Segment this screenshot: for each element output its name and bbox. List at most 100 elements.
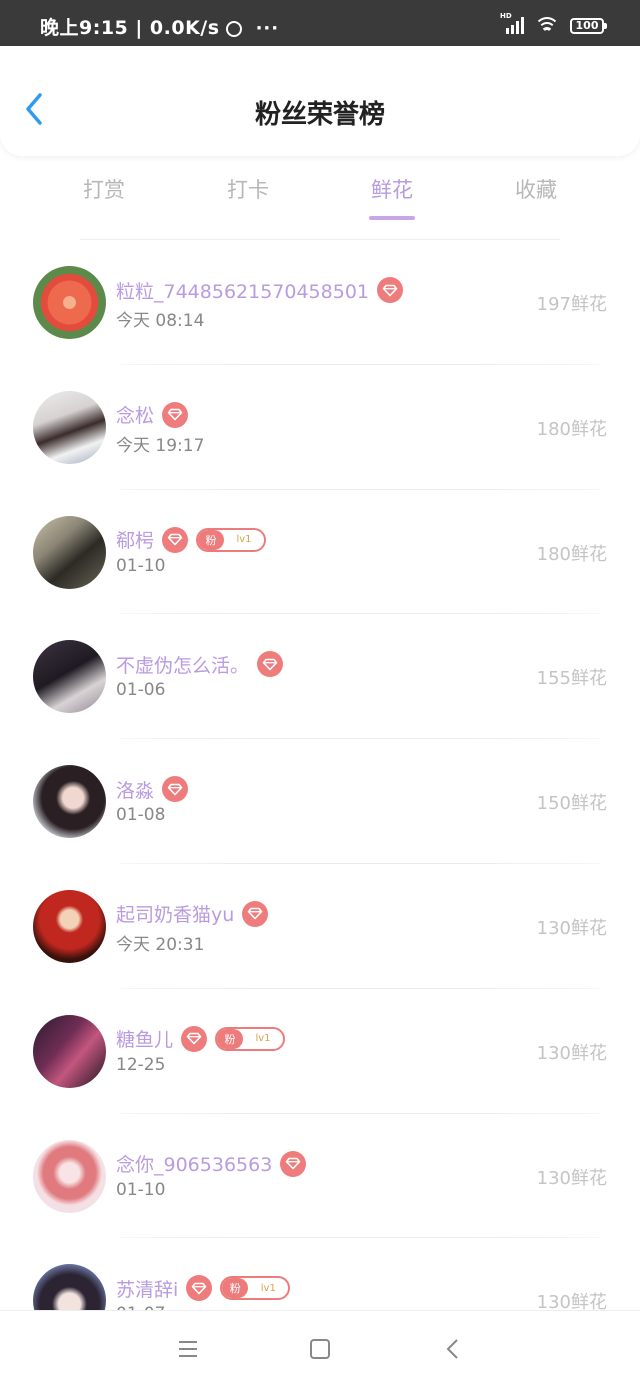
avatar[interactable] xyxy=(33,640,106,714)
list-item[interactable]: 粒粒_74485621570458501 今天 08:14 197鲜花 xyxy=(0,240,640,365)
timestamp: 01-10 xyxy=(116,555,166,576)
home-square-icon xyxy=(310,1339,330,1359)
user-name[interactable]: 念松 xyxy=(116,401,154,428)
fan-level-badge: 粉 lv1 xyxy=(220,1276,291,1301)
diamond-icon xyxy=(186,1275,213,1302)
name-line: 粒粒_74485621570458501 xyxy=(116,277,404,304)
timestamp: 01-10 xyxy=(116,1179,166,1200)
name-line: 洛淼 xyxy=(116,776,189,803)
diamond-icon xyxy=(377,277,404,303)
timestamp: 01-06 xyxy=(116,680,166,701)
signal-icon: HD xyxy=(500,12,524,34)
status-bar: 晚上9:15 | 0.0K/s ··· HD 100 xyxy=(0,0,640,46)
flower-count: 130鲜花 xyxy=(536,1292,607,1310)
name-line: 郗枵 粉 lv1 xyxy=(116,526,267,553)
user-name[interactable]: 起司奶香猫yu xyxy=(116,900,234,927)
diamond-icon xyxy=(162,776,189,803)
name-line: 糖鱼儿 粉 lv1 xyxy=(116,1025,286,1052)
flower-count: 197鲜花 xyxy=(536,294,607,315)
list-item[interactable]: 苏清辞i 粉 lv1 01-07 130鲜花 xyxy=(0,1238,640,1310)
network-type: HD xyxy=(500,12,512,20)
user-name[interactable]: 郗枵 xyxy=(116,526,154,553)
avatar[interactable] xyxy=(33,515,106,589)
flower-count: 180鲜花 xyxy=(536,418,607,440)
status-left: 晚上9:15 | 0.0K/s ··· xyxy=(40,13,279,40)
name-line: 念松 xyxy=(116,401,189,428)
tab-label: 收藏 xyxy=(515,178,557,202)
diamond-icon xyxy=(257,651,284,678)
diamond-icon xyxy=(181,1025,208,1052)
status-time-speed: 晚上9:15 | 0.0K/s xyxy=(40,17,220,39)
list-item[interactable]: 起司奶香猫yu 今天 20:31 130鲜花 xyxy=(0,864,640,989)
avatar[interactable] xyxy=(33,1139,106,1213)
level-label: lv1 xyxy=(236,534,252,546)
avatar[interactable] xyxy=(33,266,106,339)
tab-label: 打赏 xyxy=(83,178,125,202)
user-name[interactable]: 粒粒_74485621570458501 xyxy=(116,277,369,304)
user-name[interactable]: 念你_906536563 xyxy=(116,1150,272,1177)
page-title: 粉丝荣誉榜 xyxy=(254,100,385,130)
list-item[interactable]: 洛淼 01-08 150鲜花 xyxy=(0,739,640,864)
flower-count: 150鲜花 xyxy=(536,793,607,815)
fan-label: 粉 xyxy=(217,1028,244,1049)
tab-label: 打卡 xyxy=(227,178,269,202)
fan-label: 粉 xyxy=(222,1278,249,1299)
home-button[interactable] xyxy=(307,1337,337,1363)
flower-count: 130鲜花 xyxy=(536,1042,607,1064)
avatar[interactable] xyxy=(33,390,106,464)
more-dots: ··· xyxy=(255,18,280,39)
timestamp: 今天 19:17 xyxy=(116,435,205,456)
wifi-icon xyxy=(536,16,558,34)
fan-label: 粉 xyxy=(198,529,225,550)
flower-count: 130鲜花 xyxy=(536,917,607,939)
system-nav-bar xyxy=(0,1310,640,1388)
level-label: lv1 xyxy=(260,1282,276,1294)
tab-label: 鲜花 xyxy=(371,178,413,202)
list-item[interactable]: 不虚伪怎么活。 01-06 155鲜花 xyxy=(0,614,640,740)
diamond-icon xyxy=(162,526,189,553)
tab-flowers[interactable]: 鲜花 xyxy=(342,174,442,220)
page-header: 粉丝荣誉榜 xyxy=(0,46,640,156)
name-line: 苏清辞i 粉 lv1 xyxy=(116,1275,291,1302)
tab-checkin[interactable]: 打卡 xyxy=(198,174,298,204)
fan-level-badge: 粉 lv1 xyxy=(215,1026,286,1051)
flower-count: 130鲜花 xyxy=(536,1167,607,1189)
avatar[interactable] xyxy=(33,765,106,839)
status-right: HD 100 xyxy=(500,12,607,34)
fan-level-badge: 粉 lv1 xyxy=(196,527,267,552)
avatar[interactable] xyxy=(33,1264,106,1310)
diamond-icon xyxy=(162,401,189,428)
fan-ranking-list: 粒粒_74485621570458501 今天 08:14 197鲜花 念松 今… xyxy=(0,240,640,1310)
timestamp: 今天 20:31 xyxy=(116,934,205,955)
tab-bar: 打赏 打卡 鲜花 收藏 xyxy=(0,170,640,226)
diamond-icon xyxy=(242,900,269,927)
user-name[interactable]: 不虚伪怎么活。 xyxy=(116,651,249,678)
tab-favorites[interactable]: 收藏 xyxy=(486,174,586,204)
list-item[interactable]: 郗枵 粉 lv1 01-10 180鲜花 xyxy=(0,490,640,615)
timestamp: 01-08 xyxy=(116,805,166,826)
avatar[interactable] xyxy=(33,1014,106,1088)
user-name[interactable]: 糖鱼儿 xyxy=(116,1025,173,1052)
menu-button[interactable] xyxy=(175,1337,205,1363)
alarm-icon xyxy=(225,21,242,37)
timestamp: 12-25 xyxy=(116,1054,166,1075)
name-line: 不虚伪怎么活。 xyxy=(116,651,284,678)
name-line: 起司奶香猫yu xyxy=(116,900,269,927)
list-item[interactable]: 糖鱼儿 粉 lv1 12-25 130鲜花 xyxy=(0,989,640,1114)
system-back-button[interactable] xyxy=(441,1337,471,1363)
list-item[interactable]: 念松 今天 19:17 180鲜花 xyxy=(0,365,640,490)
avatar[interactable] xyxy=(33,889,106,963)
user-name[interactable]: 苏清辞i xyxy=(116,1275,178,1302)
name-line: 念你_906536563 xyxy=(116,1150,307,1177)
level-label: lv1 xyxy=(255,1033,271,1045)
tab-reward[interactable]: 打赏 xyxy=(54,174,154,204)
timestamp: 今天 08:14 xyxy=(116,311,205,331)
user-name[interactable]: 洛淼 xyxy=(116,776,154,803)
flower-count: 180鲜花 xyxy=(536,543,607,565)
diamond-icon xyxy=(280,1150,307,1177)
list-item[interactable]: 念你_906536563 01-10 130鲜花 xyxy=(0,1114,640,1239)
tab-indicator xyxy=(369,216,415,220)
battery-icon: 100 xyxy=(570,18,607,34)
menu-icon xyxy=(179,1341,197,1357)
flower-count: 155鲜花 xyxy=(536,668,607,690)
